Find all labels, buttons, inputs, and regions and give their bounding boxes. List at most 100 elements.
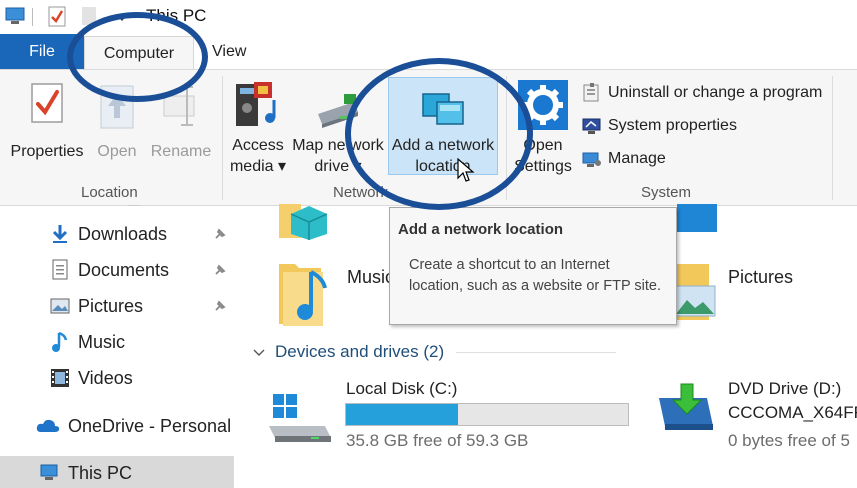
nav-item-documents[interactable]: Documents bbox=[50, 259, 169, 281]
chevron-down-icon bbox=[253, 342, 265, 362]
drive-label-d: CCCOMA_X64FR bbox=[728, 403, 857, 422]
properties-icon bbox=[30, 82, 66, 130]
nav-scroll-indicator bbox=[128, 200, 140, 206]
devices-section-header[interactable]: Devices and drives (2) bbox=[253, 342, 617, 362]
document-icon bbox=[50, 259, 70, 281]
rename-label: Rename bbox=[150, 143, 212, 160]
open-label: Open bbox=[97, 143, 137, 160]
tooltip-description: Create a shortcut to an Internet locatio… bbox=[409, 257, 661, 294]
nav-item-onedrive[interactable]: OneDrive - Personal bbox=[36, 415, 231, 437]
map-drive-icon bbox=[314, 92, 360, 136]
manage-icon bbox=[582, 149, 602, 169]
pin-icon[interactable] bbox=[213, 263, 227, 277]
nav-item-label: Documents bbox=[78, 259, 170, 280]
properties-label: Properties bbox=[10, 143, 84, 160]
manage-button[interactable]: Manage bbox=[582, 149, 666, 169]
nav-item-videos[interactable]: Videos bbox=[50, 367, 133, 389]
rename-button[interactable]: Rename bbox=[148, 78, 214, 178]
3d-objects-folder-icon[interactable] bbox=[279, 204, 331, 245]
access-media-label-line2: media ▾ bbox=[229, 158, 287, 175]
nav-item-label: This PC bbox=[68, 462, 133, 483]
computer-icon bbox=[40, 462, 60, 484]
uninstall-icon bbox=[582, 83, 602, 103]
open-icon bbox=[98, 82, 136, 136]
drive-usage-fill bbox=[346, 404, 458, 425]
qat-divider bbox=[32, 8, 34, 31]
tab-view[interactable]: View bbox=[212, 34, 246, 69]
ribbon: Properties Open Rename Location Access m… bbox=[0, 69, 857, 206]
group-label-location: Location bbox=[81, 184, 138, 201]
devices-header-label: Devices and drives (2) bbox=[275, 342, 445, 361]
computer-icon[interactable] bbox=[4, 6, 28, 31]
rename-icon bbox=[162, 82, 202, 136]
nav-item-label: Videos bbox=[78, 367, 133, 388]
properties-check-icon[interactable] bbox=[48, 6, 68, 33]
new-folder-icon[interactable] bbox=[82, 7, 98, 32]
customize-qat-chevron-icon[interactable] bbox=[116, 10, 128, 28]
open-settings-label: Open bbox=[523, 137, 563, 154]
group-divider bbox=[506, 76, 507, 200]
folder-label-pictures[interactable]: Pictures bbox=[728, 267, 793, 288]
nav-item-this-pc-inner: This PC bbox=[40, 462, 132, 484]
group-divider bbox=[222, 76, 223, 200]
folder-label-music[interactable]: Music bbox=[347, 267, 394, 288]
dvd-drive-icon[interactable] bbox=[657, 382, 717, 437]
manage-label: Manage bbox=[608, 150, 666, 167]
drive-usage-bar bbox=[345, 403, 629, 426]
add-network-location-button[interactable]: Add a network location bbox=[388, 77, 498, 182]
add-network-location-label: Add a network bbox=[391, 137, 495, 154]
onedrive-cloud-icon bbox=[36, 415, 60, 437]
nav-item-label: Music bbox=[78, 331, 126, 352]
ribbon-tabs: File Computer View bbox=[0, 34, 857, 70]
tooltip-title: Add a network location bbox=[398, 221, 564, 238]
map-network-drive-label-line2: drive ▾ bbox=[314, 158, 362, 175]
desktop-folder-icon[interactable] bbox=[677, 204, 717, 239]
pin-icon[interactable] bbox=[213, 227, 227, 241]
pin-icon[interactable] bbox=[213, 299, 227, 313]
nav-item-pictures[interactable]: Pictures bbox=[50, 295, 143, 317]
tab-computer[interactable]: Computer bbox=[84, 36, 194, 70]
uninstall-program-button[interactable]: Uninstall or change a program bbox=[582, 83, 822, 103]
drive-name-d[interactable]: DVD Drive (D:) bbox=[728, 379, 841, 399]
system-properties-button[interactable]: System properties bbox=[582, 116, 737, 136]
properties-button[interactable]: Properties bbox=[8, 78, 86, 178]
nav-item-label: Pictures bbox=[78, 295, 144, 316]
media-icon bbox=[234, 78, 284, 134]
nav-item-music[interactable]: Music bbox=[50, 331, 125, 353]
local-disk-icon[interactable] bbox=[267, 392, 333, 449]
open-button[interactable]: Open bbox=[92, 78, 142, 178]
nav-item-this-pc[interactable]: This PC bbox=[0, 456, 234, 488]
map-network-drive-button[interactable]: Map network drive ▾ bbox=[292, 76, 384, 180]
drive-free-d: 0 bytes free of 5 bbox=[728, 431, 850, 450]
open-settings-button[interactable]: Open Settings bbox=[512, 76, 574, 180]
open-settings-label-line2: Settings bbox=[514, 158, 572, 175]
download-arrow-icon bbox=[50, 223, 70, 245]
film-strip-icon bbox=[50, 367, 70, 389]
tab-file[interactable]: File bbox=[0, 34, 84, 69]
title-bar: This PC bbox=[0, 0, 857, 34]
uninstall-label: Uninstall or change a program bbox=[608, 84, 823, 101]
add-network-location-label-line2: location bbox=[415, 158, 471, 175]
devices-header-rule bbox=[456, 351, 617, 353]
window-title: This PC bbox=[146, 6, 207, 25]
music-folder-icon[interactable] bbox=[277, 258, 337, 333]
drive-name-c[interactable]: Local Disk (C:) bbox=[346, 379, 457, 399]
system-properties-icon bbox=[582, 116, 602, 136]
group-divider bbox=[832, 76, 833, 200]
music-note-icon bbox=[50, 331, 70, 353]
picture-icon bbox=[50, 295, 70, 317]
map-network-drive-label: Map network bbox=[292, 137, 384, 154]
group-label-system: System bbox=[641, 184, 692, 201]
settings-gear-icon bbox=[518, 80, 568, 136]
dropdown-arrow-icon: ▾ bbox=[273, 158, 287, 175]
tooltip: Add a network location Create a shortcut… bbox=[389, 207, 677, 325]
nav-item-label: Downloads bbox=[78, 223, 168, 244]
mouse-cursor-icon bbox=[457, 157, 475, 189]
nav-item-downloads[interactable]: Downloads bbox=[50, 223, 167, 245]
nav-item-label: OneDrive - Personal bbox=[68, 415, 232, 436]
access-media-button[interactable]: Access media ▾ bbox=[228, 76, 288, 180]
dropdown-arrow-icon: ▾ bbox=[349, 158, 362, 175]
drive-free-c: 35.8 GB free of 59.3 GB bbox=[346, 431, 529, 450]
access-media-label: Access bbox=[232, 137, 284, 154]
navigation-pane: Downloads Documents Pictures Music Video… bbox=[0, 205, 237, 488]
